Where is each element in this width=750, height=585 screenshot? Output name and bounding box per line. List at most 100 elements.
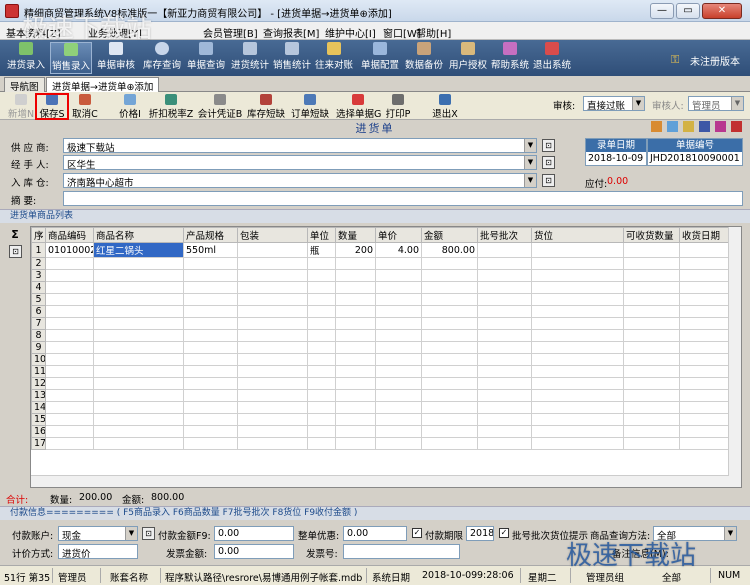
col-receive-date[interactable]: 收货日期 (679, 227, 730, 243)
empty-cell[interactable] (93, 329, 184, 342)
empty-cell[interactable] (679, 353, 730, 366)
empty-cell[interactable] (183, 353, 238, 366)
empty-cell[interactable] (531, 413, 624, 426)
empty-cell[interactable] (679, 401, 730, 414)
empty-cell[interactable] (237, 353, 308, 366)
supplier-lookup-button[interactable]: ⊡ (542, 139, 555, 152)
cell-location[interactable] (531, 242, 624, 258)
empty-cell[interactable] (623, 329, 680, 342)
empty-cell[interactable] (237, 341, 308, 354)
menu-maintenance[interactable]: 维护中心[I] (325, 25, 376, 40)
empty-cell[interactable] (531, 257, 624, 270)
empty-cell[interactable] (375, 365, 422, 378)
cell-spec[interactable]: 550ml (183, 242, 238, 258)
empty-cell[interactable] (93, 341, 184, 354)
empty-cell[interactable] (531, 437, 624, 450)
empty-cell[interactable] (477, 365, 532, 378)
empty-cell[interactable] (623, 281, 680, 294)
empty-cell[interactable] (477, 257, 532, 270)
empty-cell[interactable] (421, 269, 478, 282)
warehouse-select[interactable]: 济南路中心超市 ▼ (63, 173, 537, 188)
empty-cell[interactable] (531, 317, 624, 330)
col-unit[interactable]: 单位 (307, 227, 336, 243)
empty-cell[interactable] (237, 389, 308, 402)
empty-cell[interactable] (183, 413, 238, 426)
memo-input[interactable] (63, 191, 743, 206)
empty-cell[interactable] (477, 269, 532, 282)
cell-price[interactable]: 4.00 (375, 242, 422, 258)
empty-cell[interactable] (679, 377, 730, 390)
empty-cell[interactable] (307, 377, 336, 390)
empty-cell[interactable] (623, 305, 680, 318)
warehouse-lookup-button[interactable]: ⊡ (542, 174, 555, 187)
empty-cell[interactable] (45, 389, 94, 402)
empty-cell[interactable] (93, 293, 184, 306)
empty-cell[interactable] (679, 257, 730, 270)
cell-pack[interactable] (237, 242, 308, 258)
empty-cell[interactable] (375, 389, 422, 402)
price-method-input[interactable]: 进货价 (58, 544, 138, 560)
empty-cell[interactable] (183, 257, 238, 270)
empty-cell[interactable] (375, 293, 422, 306)
empty-cell[interactable] (335, 257, 376, 270)
empty-cell[interactable] (45, 353, 94, 366)
col-code[interactable]: 商品编码 (45, 227, 94, 243)
empty-cell[interactable] (623, 413, 680, 426)
print-button[interactable]: 打印P (384, 93, 412, 120)
cell-unit[interactable]: 瓶 (307, 242, 336, 258)
supplier-select[interactable]: 极速下载站 ▼ (63, 138, 537, 153)
empty-cell[interactable] (623, 293, 680, 306)
empty-cell[interactable] (307, 365, 336, 378)
toolbar-exit[interactable]: 退出系统 (530, 42, 574, 74)
empty-cell[interactable] (421, 317, 478, 330)
empty-cell[interactable] (237, 257, 308, 270)
empty-cell[interactable] (421, 293, 478, 306)
empty-cell[interactable] (375, 401, 422, 414)
toolbar-sales-stats[interactable]: 销售统计 (270, 42, 314, 74)
exit-doc-button[interactable]: 退出X (430, 93, 460, 120)
col-name[interactable]: 商品名称 (93, 227, 184, 243)
new-button[interactable]: 新增N (6, 93, 36, 120)
empty-cell[interactable] (45, 305, 94, 318)
col-seq[interactable]: 序 (31, 227, 46, 243)
account-select[interactable]: 现金 ▼ (58, 526, 138, 541)
empty-cell[interactable] (45, 341, 94, 354)
empty-cell[interactable] (93, 257, 184, 270)
empty-cell[interactable] (45, 317, 94, 330)
empty-cell[interactable] (477, 341, 532, 354)
due-checkbox[interactable]: ✓ (412, 528, 422, 538)
empty-cell[interactable] (45, 293, 94, 306)
empty-cell[interactable] (679, 389, 730, 402)
empty-cell[interactable] (183, 317, 238, 330)
empty-cell[interactable] (93, 269, 184, 282)
empty-cell[interactable] (237, 365, 308, 378)
empty-cell[interactable] (531, 329, 624, 342)
empty-cell[interactable] (531, 281, 624, 294)
table-row[interactable]: 2 (31, 257, 730, 270)
empty-cell[interactable] (45, 377, 94, 390)
empty-cell[interactable] (477, 425, 532, 438)
stock-shortage-button[interactable]: 库存短缺 (246, 93, 286, 120)
table-row[interactable]: 15 (31, 413, 730, 426)
empty-cell[interactable] (623, 425, 680, 438)
empty-cell[interactable] (679, 281, 730, 294)
empty-cell[interactable] (183, 269, 238, 282)
empty-cell[interactable] (623, 353, 680, 366)
empty-cell[interactable] (375, 317, 422, 330)
menu-reports[interactable]: 查询报表[M] (263, 25, 319, 40)
col-batch[interactable]: 批号批次 (477, 227, 532, 243)
empty-cell[interactable] (307, 257, 336, 270)
empty-cell[interactable] (679, 425, 730, 438)
empty-cell[interactable] (45, 365, 94, 378)
empty-cell[interactable] (375, 281, 422, 294)
empty-cell[interactable] (679, 413, 730, 426)
empty-cell[interactable] (307, 437, 336, 450)
empty-cell[interactable] (307, 353, 336, 366)
empty-cell[interactable] (421, 413, 478, 426)
empty-cell[interactable] (531, 365, 624, 378)
handler-lookup-button[interactable]: ⊡ (542, 156, 555, 169)
empty-cell[interactable] (93, 365, 184, 378)
empty-cell[interactable] (45, 401, 94, 414)
empty-cell[interactable] (477, 377, 532, 390)
empty-cell[interactable] (307, 317, 336, 330)
